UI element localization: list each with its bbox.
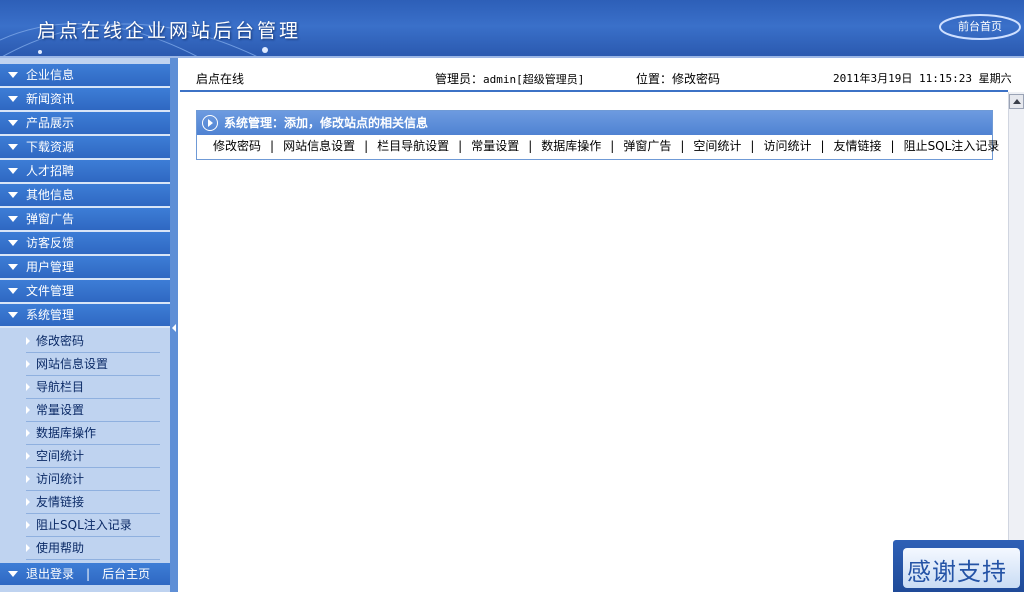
bullet-arrow-icon xyxy=(26,475,30,483)
menu-item-products[interactable]: 产品展示 xyxy=(0,112,170,136)
logout-row: 退出登录 | 后台主页 xyxy=(0,563,170,585)
panel-link-database[interactable]: 数据库操作 xyxy=(541,139,601,153)
menu-item-recruitment[interactable]: 人才招聘 xyxy=(0,160,170,184)
submenu-navigation[interactable]: 导航栏目 xyxy=(26,377,160,399)
system-submenu: 修改密码 网站信息设置 导航栏目 常量设置 数据库操作 空间统计 访问统计 友情… xyxy=(0,328,170,563)
menu-item-popup-ads[interactable]: 弹窗广告 xyxy=(0,208,170,232)
submenu-friend-links[interactable]: 友情链接 xyxy=(26,492,160,514)
vertical-scrollbar[interactable] xyxy=(1008,92,1024,592)
panel-header: 系统管理：添加，修改站点的相关信息 xyxy=(197,111,992,135)
panel-link-sql-injection-log[interactable]: 阻止SQL注入记录 xyxy=(904,139,1000,153)
panel-title: 系统管理：添加，修改站点的相关信息 xyxy=(224,116,429,130)
menu-item-system[interactable]: 系统管理 xyxy=(0,304,170,328)
separator: | xyxy=(364,139,369,153)
chevron-down-icon xyxy=(8,144,18,150)
admin-info: 管理员：admin[超级管理员] xyxy=(435,70,584,87)
thanks-text: 感谢支持 xyxy=(907,558,1007,586)
separator: | xyxy=(820,139,825,153)
circle-arrow-icon xyxy=(202,115,218,131)
panel-link-popup-ads[interactable]: 弹窗广告 xyxy=(623,139,671,153)
panel-link-friend-links[interactable]: 友情链接 xyxy=(834,139,882,153)
bullet-arrow-icon xyxy=(26,360,30,368)
admin-label: 管理员： xyxy=(435,72,484,86)
bullet-arrow-icon xyxy=(26,544,30,552)
panel-link-space-stats[interactable]: 空间统计 xyxy=(693,139,741,153)
submenu-change-password[interactable]: 修改密码 xyxy=(26,331,160,353)
menu-item-downloads[interactable]: 下载资源 xyxy=(0,136,170,160)
chevron-down-icon xyxy=(8,571,18,577)
bullet-arrow-icon xyxy=(26,406,30,414)
menu-item-company-info[interactable]: 企业信息 xyxy=(0,64,170,88)
separator: | xyxy=(528,139,533,153)
submenu-database[interactable]: 数据库操作 xyxy=(26,423,160,445)
menu-item-feedback[interactable]: 访客反馈 xyxy=(0,232,170,256)
sidebar: 企业信息 新闻资讯 产品展示 下载资源 人才招聘 其他信息 弹窗广告 访客反馈 … xyxy=(0,58,178,592)
info-bar: 启点在线 管理员：admin[超级管理员] 位置：修改密码 2011年3月19日… xyxy=(180,58,1012,92)
admin-value: admin[超级管理员] xyxy=(483,73,585,86)
sidebar-menu: 企业信息 新闻资讯 产品展示 下载资源 人才招聘 其他信息 弹窗广告 访客反馈 … xyxy=(0,64,170,585)
bullet-arrow-icon xyxy=(26,452,30,460)
menu-item-news[interactable]: 新闻资讯 xyxy=(0,88,170,112)
chevron-down-icon xyxy=(8,72,18,78)
bullet-arrow-icon xyxy=(26,383,30,391)
separator: | xyxy=(610,139,615,153)
bullet-arrow-icon xyxy=(26,498,30,506)
header-banner: 启点在线企业网站后台管理 前台首页 xyxy=(0,0,1024,58)
separator: | xyxy=(458,139,463,153)
thanks-badge: 感谢支持 xyxy=(893,540,1024,592)
bullet-arrow-icon xyxy=(26,521,30,529)
panel-link-change-password[interactable]: 修改密码 xyxy=(213,139,261,153)
bullet-arrow-icon xyxy=(26,429,30,437)
chevron-down-icon xyxy=(8,168,18,174)
separator: | xyxy=(86,567,91,581)
menu-item-files[interactable]: 文件管理 xyxy=(0,280,170,304)
admin-home-link[interactable]: 后台主页 xyxy=(102,567,150,581)
panel-link-nav-settings[interactable]: 栏目导航设置 xyxy=(377,139,449,153)
bullet-arrow-icon xyxy=(26,337,30,345)
submenu-sql-injection-log[interactable]: 阻止SQL注入记录 xyxy=(26,515,160,537)
system-panel: 系统管理：添加，修改站点的相关信息 修改密码 | 网站信息设置 | 栏目导航设置 | 常量设… xyxy=(196,110,999,160)
menu-item-users[interactable]: 用户管理 xyxy=(0,256,170,280)
chevron-down-icon xyxy=(8,192,18,198)
chevron-down-icon xyxy=(8,240,18,246)
separator: | xyxy=(890,139,895,153)
panel-link-visit-stats[interactable]: 访问统计 xyxy=(763,139,811,153)
chevron-down-icon xyxy=(8,264,18,270)
chevron-down-icon xyxy=(8,96,18,102)
separator: | xyxy=(270,139,275,153)
chevron-down-icon xyxy=(8,288,18,294)
site-name: 启点在线 xyxy=(196,72,245,86)
sidebar-toggle-strip[interactable] xyxy=(170,58,178,592)
separator: | xyxy=(750,139,755,153)
panel-link-site-info[interactable]: 网站信息设置 xyxy=(283,139,355,153)
site-title: 启点在线企业网站后台管理 xyxy=(37,20,302,42)
submenu-help[interactable]: 使用帮助 xyxy=(26,538,160,560)
front-home-link[interactable]: 前台首页 xyxy=(940,14,1020,40)
panel-links: 修改密码 | 网站信息设置 | 栏目导航设置 | 常量设置 | 数据库操作 | 弹窗广告 | 空间统计 |… xyxy=(197,135,999,157)
panel-link-constants[interactable]: 常量设置 xyxy=(471,139,519,153)
chevron-down-icon xyxy=(8,216,18,222)
chevron-down-icon xyxy=(8,120,18,126)
chevron-down-icon xyxy=(8,312,18,318)
menu-item-other-info[interactable]: 其他信息 xyxy=(0,184,170,208)
datetime: 2011年3月19日 11:15:23 星期六 xyxy=(833,72,1012,85)
collapse-arrow-icon[interactable] xyxy=(172,324,176,332)
submenu-site-info[interactable]: 网站信息设置 xyxy=(26,354,160,376)
separator: | xyxy=(680,139,685,153)
submenu-space-stats[interactable]: 空间统计 xyxy=(26,446,160,468)
location: 位置：修改密码 xyxy=(636,72,721,86)
logout-link[interactable]: 退出登录 xyxy=(26,567,74,581)
submenu-visit-stats[interactable]: 访问统计 xyxy=(26,469,160,491)
submenu-constants[interactable]: 常量设置 xyxy=(26,400,160,422)
scroll-up-arrow-icon[interactable] xyxy=(1009,94,1024,109)
